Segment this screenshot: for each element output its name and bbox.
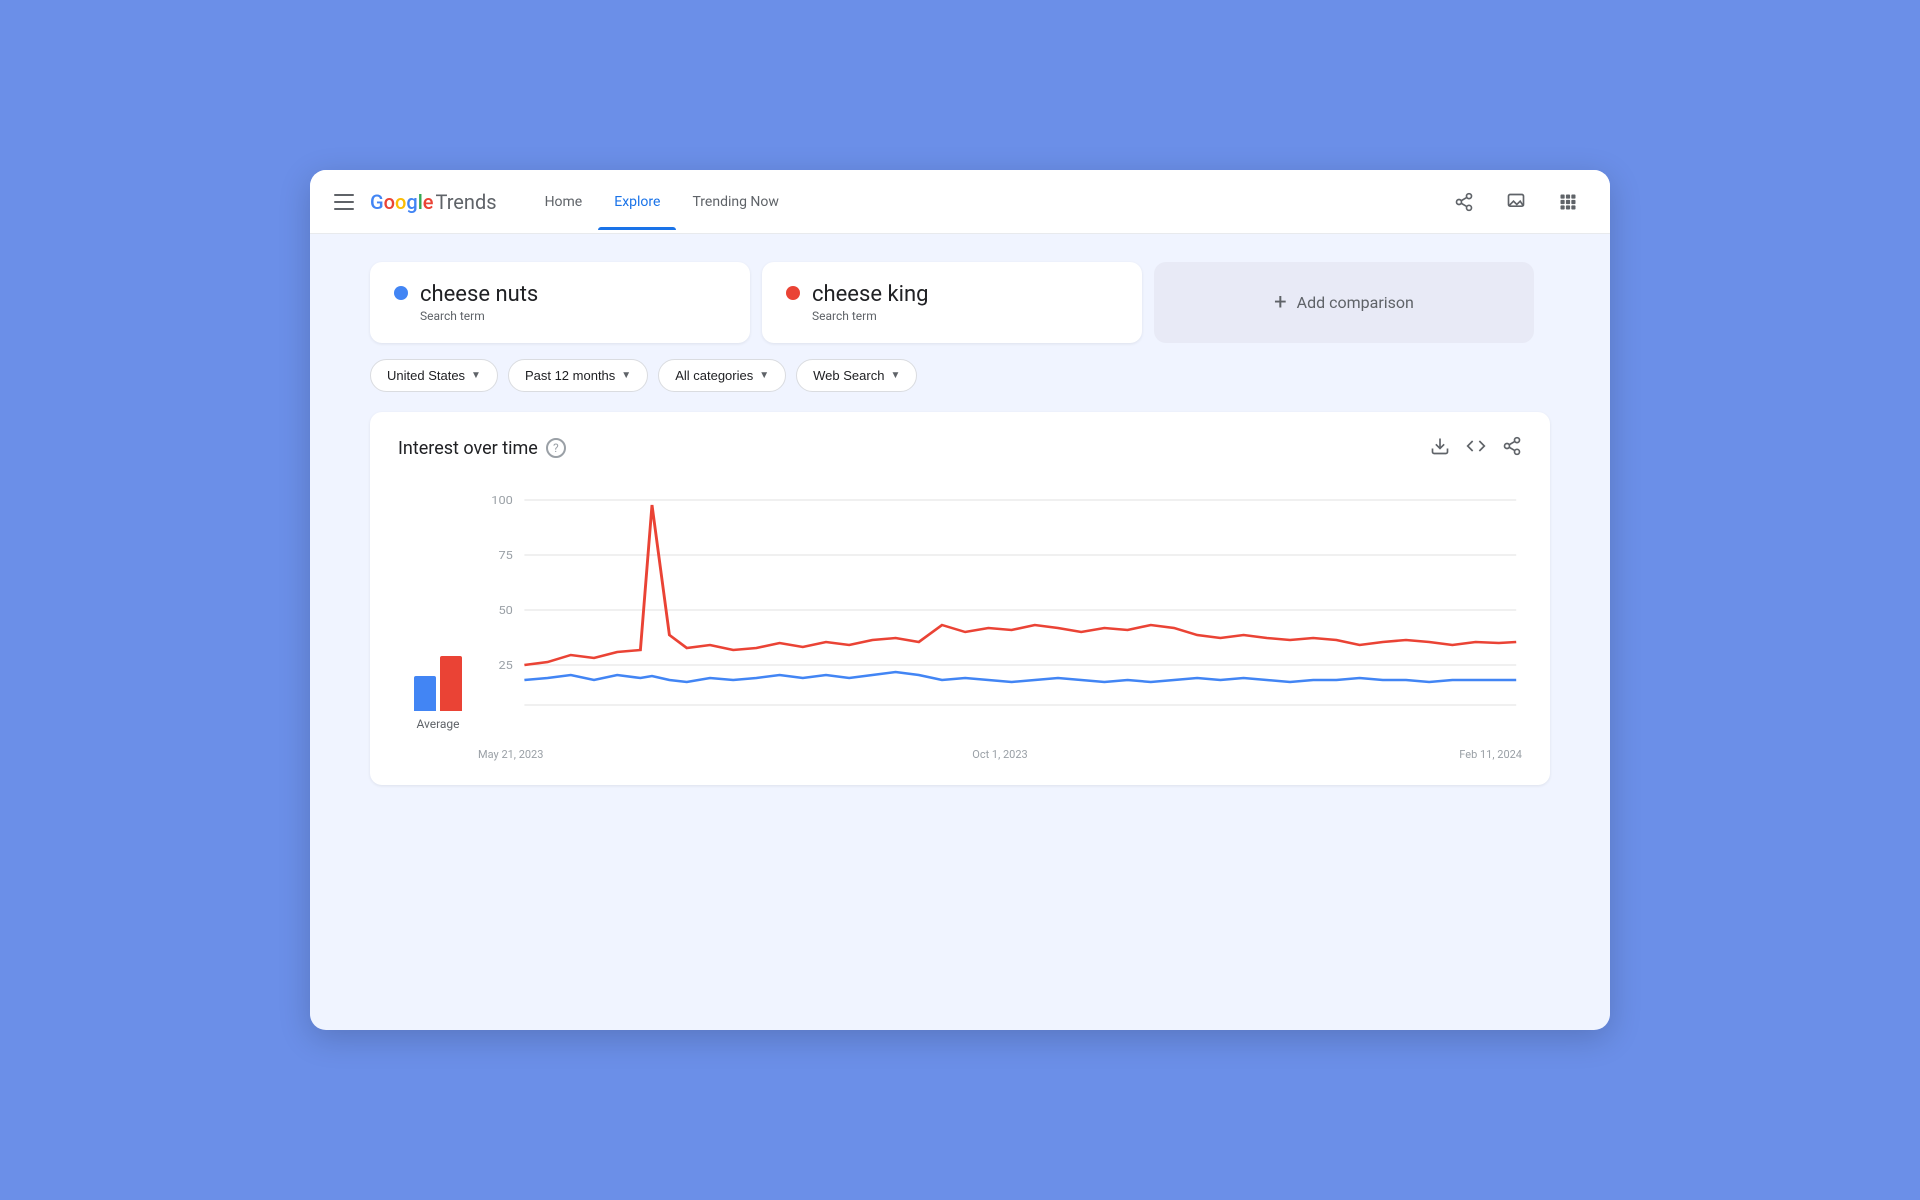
term1-type: Search term (420, 309, 538, 323)
chart-area: Average 100 75 50 25 (398, 480, 1522, 761)
svg-text:50: 50 (498, 604, 513, 617)
region-label: United States (387, 368, 465, 383)
app-header: Google Trends Home Explore Trending Now (310, 170, 1610, 234)
filters-bar: United States ▼ Past 12 months ▼ All cat… (370, 359, 1550, 392)
term1-name: cheese nuts (420, 282, 538, 307)
chart-actions (1430, 436, 1522, 460)
x-label-2: Oct 1, 2023 (826, 748, 1174, 761)
term2-dot (786, 286, 800, 300)
share-icon[interactable] (1446, 184, 1482, 220)
header-actions (1446, 184, 1586, 220)
avg-label: Average (416, 717, 459, 731)
svg-text:25: 25 (498, 659, 513, 672)
logo: Google Trends (370, 190, 497, 214)
chart-title-area: Interest over time ? (398, 438, 566, 459)
search-type-filter[interactable]: Web Search ▼ (796, 359, 917, 392)
term1-dot (394, 286, 408, 300)
avg-bars (414, 631, 462, 711)
download-icon[interactable] (1430, 436, 1450, 460)
time-filter[interactable]: Past 12 months ▼ (508, 359, 648, 392)
avg-bar-blue (414, 676, 436, 711)
browser-window: Google Trends Home Explore Trending Now (310, 170, 1610, 1030)
search-card-1[interactable]: cheese nuts Search term (370, 262, 750, 343)
nav-explore[interactable]: Explore (598, 174, 676, 230)
time-chevron: ▼ (621, 370, 631, 381)
chart-section: Interest over time ? (370, 412, 1550, 785)
apps-icon[interactable] (1550, 184, 1586, 220)
help-icon[interactable]: ? (546, 438, 566, 458)
embed-icon[interactable] (1466, 436, 1486, 460)
region-chevron: ▼ (471, 370, 481, 381)
chart-graph: 100 75 50 25 May 21, 2023 Oct 1, 2023 Fe (478, 480, 1522, 761)
category-filter[interactable]: All categories ▼ (658, 359, 786, 392)
nav-home[interactable]: Home (529, 174, 599, 230)
chart-x-labels: May 21, 2023 Oct 1, 2023 Feb 11, 2024 (478, 744, 1522, 761)
svg-text:75: 75 (498, 549, 513, 562)
search-cards: cheese nuts Search term cheese king Sear… (370, 262, 1550, 343)
add-comparison-label: Add comparison (1297, 293, 1414, 312)
search-card-2[interactable]: cheese king Search term (762, 262, 1142, 343)
main-nav: Home Explore Trending Now (529, 174, 795, 230)
main-content: cheese nuts Search term cheese king Sear… (310, 234, 1610, 821)
region-filter[interactable]: United States ▼ (370, 359, 498, 392)
chart-title-text: Interest over time (398, 438, 538, 459)
feedback-icon[interactable] (1498, 184, 1534, 220)
chart-average: Average (398, 480, 478, 761)
add-comparison-button[interactable]: + Add comparison (1154, 262, 1534, 343)
chart-svg: 100 75 50 25 (478, 480, 1522, 740)
search-type-chevron: ▼ (890, 370, 900, 381)
chart-header: Interest over time ? (398, 436, 1522, 460)
term2-name: cheese king (812, 282, 928, 307)
x-label-1: May 21, 2023 (478, 748, 826, 761)
menu-button[interactable] (334, 194, 354, 210)
search-type-label: Web Search (813, 368, 884, 383)
share-chart-icon[interactable] (1502, 436, 1522, 460)
category-label: All categories (675, 368, 753, 383)
nav-trending[interactable]: Trending Now (676, 174, 794, 230)
time-label: Past 12 months (525, 368, 615, 383)
plus-icon: + (1274, 290, 1286, 315)
avg-bar-red (440, 656, 462, 711)
term2-type: Search term (812, 309, 928, 323)
x-label-3: Feb 11, 2024 (1174, 748, 1522, 761)
category-chevron: ▼ (759, 370, 769, 381)
svg-text:100: 100 (491, 494, 513, 507)
